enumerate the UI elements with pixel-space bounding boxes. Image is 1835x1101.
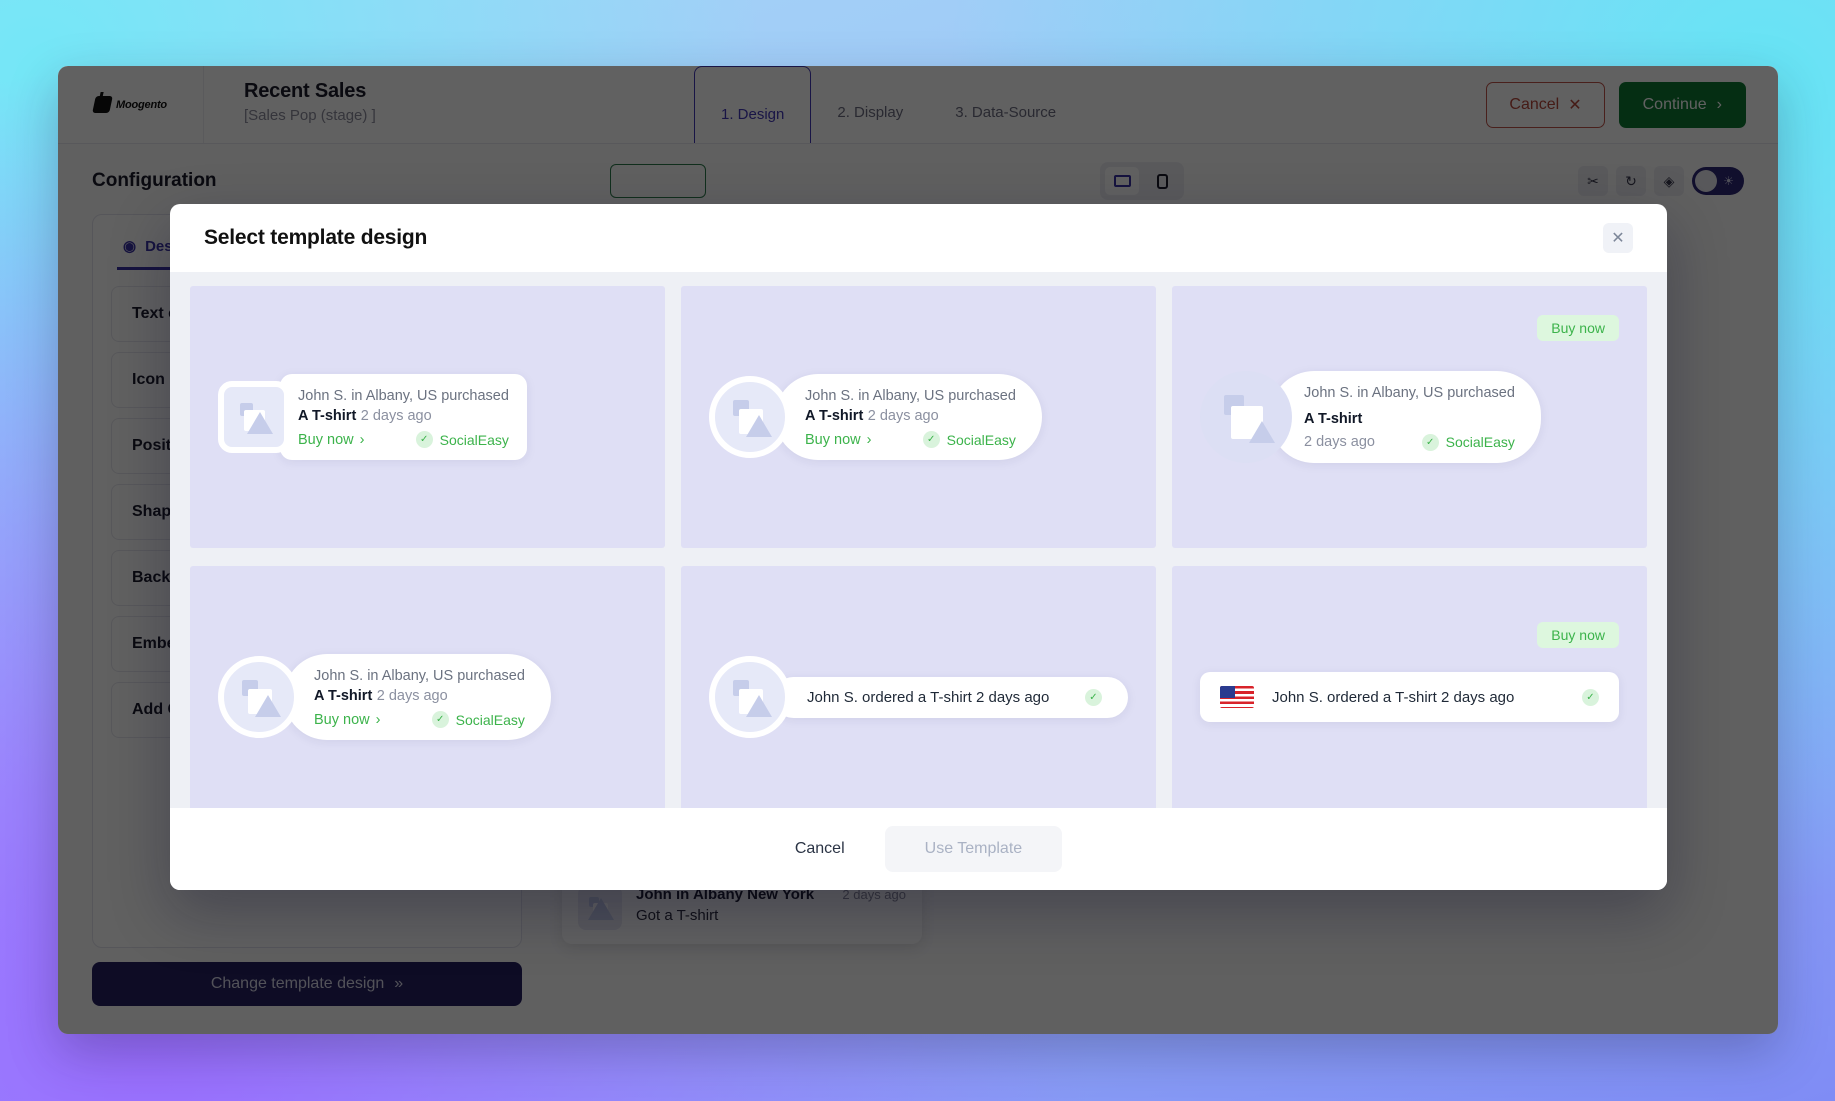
buy-now-link[interactable]: Buy now › [314,712,380,728]
buy-now-badge[interactable]: Buy now [1537,622,1619,648]
buy-now-label: Buy now [298,431,354,448]
template-card-5[interactable]: John S. ordered a T-shirt 2 days ago ✓ [681,566,1156,808]
brand-label: SocialEasy [946,431,1016,448]
brand-label: SocialEasy [455,711,525,728]
template-card-6[interactable]: Buy now John S. ordered a T-shirt 2 days… [1172,566,1647,808]
use-template-button[interactable]: Use Template [884,826,1063,872]
template-card-2[interactable]: John S. in Albany, US purchased A T-shir… [681,286,1156,548]
brand-label: SocialEasy [439,431,509,448]
notification-line1: John S. in Albany, US purchased [805,387,1016,404]
template-grid: John S. in Albany, US purchased A T-shir… [190,286,1647,808]
brand-label: SocialEasy [1445,434,1515,450]
buy-now-badge[interactable]: Buy now [1537,315,1619,341]
notification-preview: John S. in Albany, US purchased A T-shir… [218,653,637,740]
notification-preview: John S. ordered a T-shirt 2 days ago ✓ [1200,672,1619,722]
notification-product: A T-shirt [298,408,357,424]
close-icon[interactable]: ✕ [1603,223,1633,253]
modal-overlay: Select template design ✕ John S. in Alba… [0,0,1835,1101]
template-card-3[interactable]: Buy now John S. in Albany, US purchased … [1172,286,1647,548]
notification-body: John S. ordered a T-shirt 2 days ago ✓ [1200,672,1619,722]
buy-now-label: Buy now [805,431,861,448]
notification-preview: John S. ordered a T-shirt 2 days ago ✓ [709,656,1128,738]
notification-body: John S. in Albany, US purchased A T-shir… [280,373,527,460]
template-grid-container[interactable]: John S. in Albany, US purchased A T-shir… [170,272,1667,808]
select-template-modal: Select template design ✕ John S. in Alba… [170,204,1667,890]
chevron-right-icon: › [359,431,365,448]
notification-line1: John S. in Albany, US purchased [298,387,509,404]
notification-line1: John S. in Albany, US purchased [314,667,525,684]
notification-preview: John S. in Albany, US purchased A T-shir… [709,373,1128,460]
notification-line1: John S. in Albany, US purchased [1304,385,1515,402]
notification-body: John S. in Albany, US purchased A T-shir… [775,373,1042,460]
notification-ago: 2 days ago [867,408,939,424]
template-card-4[interactable]: John S. in Albany, US purchased A T-shir… [190,566,665,808]
brand-tag: ✓ SocialEasy [922,431,1016,448]
notification-product: A T-shirt [1304,410,1363,427]
image-placeholder-icon [709,656,791,738]
image-placeholder-icon [218,380,290,453]
modal-title: Select template design [204,226,428,249]
notification-product: A T-shirt [314,688,373,704]
notification-preview: John S. in Albany, US purchased A T-shir… [1200,371,1619,463]
template-card-1[interactable]: John S. in Albany, US purchased A T-shir… [190,286,665,548]
check-circle-icon: ✓ [1421,433,1439,451]
modal-cancel-button[interactable]: Cancel [775,828,865,870]
chevron-right-icon: › [866,431,872,448]
brand-tag: ✓ SocialEasy [431,711,525,728]
notification-text: John S. ordered a T-shirt 2 days ago [807,688,1050,706]
notification-ago: 2 days ago [1304,434,1375,450]
modal-footer: Cancel Use Template [170,808,1667,890]
notification-ago: 2 days ago [360,408,432,424]
brand-tag: ✓ SocialEasy [1421,433,1515,451]
check-circle-icon: ✓ [1582,688,1599,706]
check-circle-icon: ✓ [1085,688,1102,706]
notification-product: A T-shirt [805,408,864,424]
us-flag-icon [1220,686,1254,708]
brand-tag: ✓ SocialEasy [415,431,509,448]
notification-text: John S. ordered a T-shirt 2 days ago [1272,688,1515,706]
notification-body: John S. ordered a T-shirt 2 days ago ✓ [773,676,1128,718]
notification-body: John S. in Albany, US purchased A T-shir… [1270,371,1541,463]
notification-body: John S. in Albany, US purchased A T-shir… [284,653,551,740]
buy-now-link[interactable]: Buy now › [805,432,871,448]
image-placeholder-icon [218,655,300,738]
buy-now-link[interactable]: Buy now › [298,432,364,448]
chevron-right-icon: › [375,711,381,728]
modal-header: Select template design ✕ [170,204,1667,272]
notification-preview: John S. in Albany, US purchased A T-shir… [218,373,637,460]
check-circle-icon: ✓ [415,431,433,448]
image-placeholder-icon [709,375,791,458]
image-placeholder-icon [1200,371,1292,463]
check-circle-icon: ✓ [922,431,940,448]
notification-ago: 2 days ago [376,688,448,704]
buy-now-label: Buy now [314,711,370,728]
check-circle-icon: ✓ [431,711,449,728]
